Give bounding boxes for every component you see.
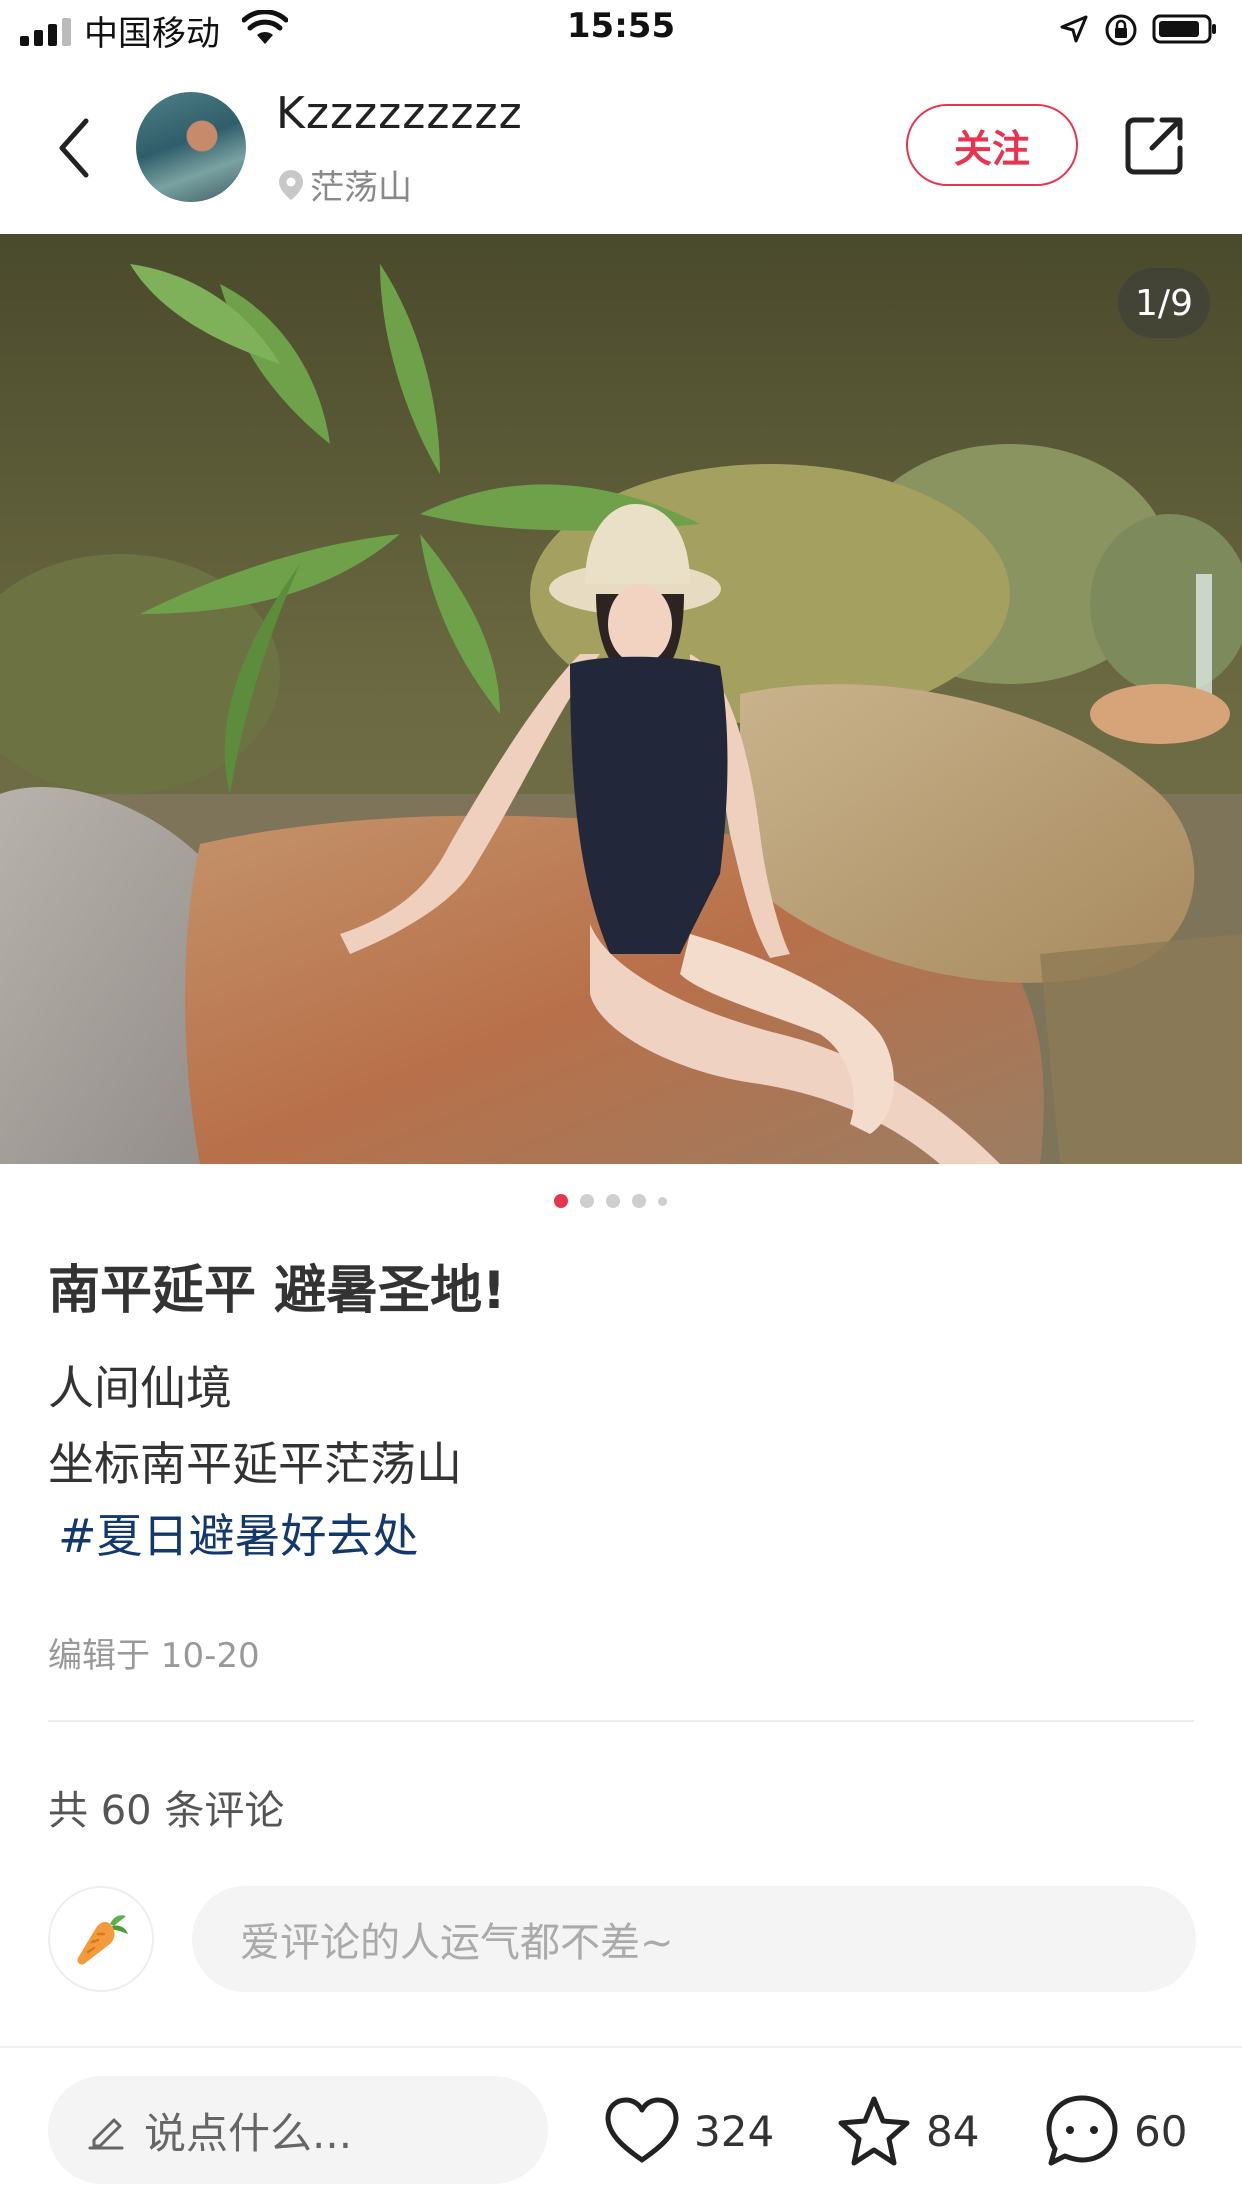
post-photo[interactable] <box>0 234 1242 1164</box>
share-icon[interactable] <box>1122 114 1186 178</box>
speech-bubble-icon <box>1046 2095 1118 2166</box>
location-label: 茫荡山 <box>310 168 412 208</box>
carousel-dot[interactable] <box>606 1194 620 1208</box>
like-count: 324 <box>694 2106 775 2156</box>
pencil-icon <box>88 2118 124 2150</box>
hashtag-link[interactable]: #夏日避暑好去处 <box>58 1500 419 1566</box>
say-something-input[interactable]: 说点什么... <box>48 2076 548 2184</box>
orientation-lock-icon <box>1105 14 1137 46</box>
post-body-line: 坐标南平延平茫荡山 <box>48 1437 462 1491</box>
heart-icon <box>605 2097 679 2163</box>
comment-count-bottom: 60 <box>1134 2106 1188 2156</box>
carrot-icon <box>77 1915 128 1965</box>
back-button[interactable] <box>44 108 104 188</box>
chevron-left-icon <box>59 118 89 178</box>
comment-count: 共 60 条评论 <box>48 1788 285 1834</box>
post-title: 南平延平 避暑圣地! <box>48 1261 506 1321</box>
photo-carousel-dots <box>554 1194 667 1208</box>
carousel-dot[interactable] <box>580 1194 594 1208</box>
map-pin-icon <box>279 169 303 200</box>
bottom-bar-border <box>0 2046 1242 2048</box>
say-something-placeholder: 说点什么... <box>144 2108 353 2158</box>
status-bar: 中国移动 15:55 <box>0 0 1242 64</box>
photo-illustration <box>0 234 1242 1164</box>
user-avatar[interactable] <box>48 1886 154 1992</box>
divider <box>48 1720 1194 1722</box>
photo-page-indicator: 1/9 <box>1118 268 1210 338</box>
post-body-line: 人间仙境 <box>48 1361 232 1415</box>
carousel-dot[interactable] <box>554 1194 568 1208</box>
like-button[interactable]: 324 <box>604 2086 774 2176</box>
favorite-button[interactable]: 84 <box>836 2086 979 2176</box>
carousel-dot[interactable] <box>658 1196 667 1206</box>
comment-input[interactable]: 爱评论的人运气都不差~ <box>192 1886 1196 1992</box>
carousel-dot[interactable] <box>632 1194 646 1208</box>
edit-timestamp: 编辑于 10-20 <box>48 1636 260 1676</box>
author-username[interactable]: Kzzzzzzzzz <box>276 88 523 139</box>
author-avatar[interactable] <box>136 92 246 202</box>
favorite-count: 84 <box>926 2106 980 2156</box>
post-location[interactable]: 茫荡山 <box>278 160 412 209</box>
clock: 15:55 <box>566 6 676 46</box>
follow-button[interactable]: 关注 <box>906 104 1078 186</box>
location-services-icon <box>1060 15 1088 43</box>
comment-button[interactable]: 60 <box>1044 2086 1187 2176</box>
star-icon <box>838 2096 910 2166</box>
battery-icon <box>1152 14 1216 44</box>
